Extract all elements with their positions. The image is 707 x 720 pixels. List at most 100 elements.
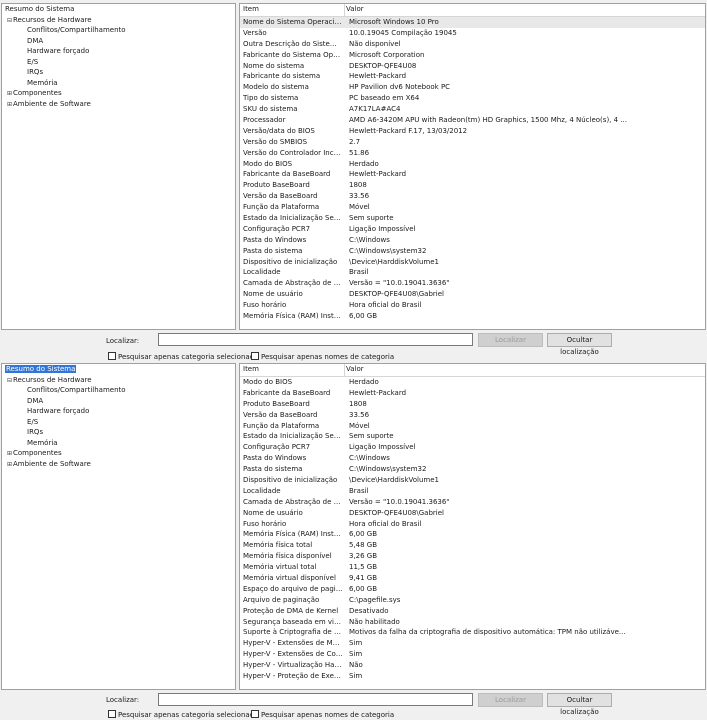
table-row[interactable]: Versão da BaseBoard 33.56: [240, 191, 705, 202]
table-row[interactable]: Configuração PCR7 Ligação Impossível: [240, 224, 705, 235]
table-row[interactable]: Versão/data do BIOS Hewlett-Packard F.17,…: [240, 126, 705, 137]
table-row[interactable]: Hyper-V - Extensões de Conver... Sim: [240, 649, 705, 660]
checkbox[interactable]: [251, 352, 259, 360]
table-row[interactable]: Estado da Inicialização Segura Sem suport…: [240, 431, 705, 442]
table-row[interactable]: Pasta do sistema C:\Windows\system32: [240, 464, 705, 475]
search-category-names-option[interactable]: Pesquisar apenas nomes de categoria: [251, 352, 394, 361]
table-row[interactable]: Modo do BIOS Herdado: [240, 377, 705, 388]
find-input[interactable]: [158, 333, 473, 346]
table-row[interactable]: Proteção de DMA de Kernel Desativado: [240, 606, 705, 617]
checkbox[interactable]: [108, 352, 116, 360]
column-divider[interactable]: [344, 364, 345, 376]
tree-item-system-summary[interactable]: Resumo do Sistema: [2, 4, 235, 15]
table-row[interactable]: Versão do Controlador Incorp... 51.86: [240, 148, 705, 159]
table-row[interactable]: Outra Descrição do Sistema O... Não dispo…: [240, 39, 705, 50]
table-row[interactable]: Processador AMD A6-3420M APU with Radeon(…: [240, 115, 705, 126]
table-row[interactable]: Fuso horário Hora oficial do Brasil: [240, 300, 705, 311]
tree-item-memory[interactable]: Memória: [2, 78, 235, 89]
table-row[interactable]: Arquivo de paginação C:\pagefile.sys: [240, 595, 705, 606]
table-row[interactable]: Fuso horário Hora oficial do Brasil: [240, 519, 705, 530]
table-row[interactable]: Hyper-V - Virtualização Habilita... Não: [240, 660, 705, 671]
table-row[interactable]: Versão do SMBIOS 2.7: [240, 137, 705, 148]
find-input[interactable]: [158, 693, 473, 706]
table-row[interactable]: Tipo do sistema PC baseado em X64: [240, 93, 705, 104]
table-row[interactable]: SKU do sistema A7K17LA#AC4: [240, 104, 705, 115]
table-row[interactable]: Modo do BIOS Herdado: [240, 159, 705, 170]
table-row[interactable]: Suporte à Criptografia de Disp... Motivos…: [240, 627, 705, 638]
table-row[interactable]: Hyper-V - Proteção de Execuçã... Sim: [240, 671, 705, 682]
hide-find-button[interactable]: Ocultar localização: [547, 333, 612, 356]
table-row[interactable]: Pasta do Windows C:\Windows: [240, 235, 705, 246]
search-category-names-option[interactable]: Pesquisar apenas nomes de categoria: [251, 710, 394, 719]
tree-item-dma[interactable]: DMA: [2, 396, 235, 407]
tree-item-forced-hardware[interactable]: Hardware forçado: [2, 46, 235, 57]
table-row[interactable]: Dispositivo de inicialização \Device\Hard…: [240, 475, 705, 486]
table-row[interactable]: Localidade Brasil: [240, 267, 705, 278]
table-row[interactable]: Estado da Inicialização Segura Sem suport…: [240, 213, 705, 224]
table-row[interactable]: Modelo do sistema HP Pavilion dv6 Noteboo…: [240, 82, 705, 93]
column-header-item[interactable]: Item: [243, 4, 259, 15]
search-selected-category-option[interactable]: Pesquisar apenas categoria selecionada: [108, 352, 258, 361]
tree-item-conflicts[interactable]: Conflitos/Compartilhamento: [2, 385, 235, 396]
table-row[interactable]: Nome de usuário DESKTOP-QFE4U08\Gabriel: [240, 508, 705, 519]
table-row[interactable]: Nome do sistema DESKTOP-QFE4U08: [240, 61, 705, 72]
table-row[interactable]: Pasta do Windows C:\Windows: [240, 453, 705, 464]
checkbox[interactable]: [108, 710, 116, 718]
search-selected-category-option[interactable]: Pesquisar apenas categoria selecionada: [108, 710, 258, 719]
category-tree[interactable]: Resumo do Sistema ⊟Recursos de Hardware …: [1, 3, 236, 330]
table-row[interactable]: Fabricante do sistema Hewlett-Packard: [240, 71, 705, 82]
tree-item-software-environment[interactable]: ⊞Ambiente de Software: [2, 459, 235, 470]
table-row[interactable]: Produto BaseBoard 1808: [240, 180, 705, 191]
category-tree[interactable]: Resumo do Sistema ⊟Recursos de Hardware …: [1, 363, 236, 690]
tree-item-dma[interactable]: DMA: [2, 36, 235, 47]
tree-item-forced-hardware[interactable]: Hardware forçado: [2, 406, 235, 417]
table-row[interactable]: Nome de usuário DESKTOP-QFE4U08\Gabriel: [240, 289, 705, 300]
table-row[interactable]: Memória física total 5,48 GB: [240, 540, 705, 551]
tree-item-system-summary[interactable]: Resumo do Sistema: [2, 364, 235, 375]
tree-item-irqs[interactable]: IRQs: [2, 67, 235, 78]
table-row[interactable]: Espaço do arquivo de paginaç... 6,00 GB: [240, 584, 705, 595]
table-row[interactable]: Segurança baseada em virtuali... Não habi…: [240, 617, 705, 628]
table-row[interactable]: Memória virtual disponível 9,41 GB: [240, 573, 705, 584]
tree-item-components[interactable]: ⊞Componentes: [2, 88, 235, 99]
table-row[interactable]: Memória virtual total 11,5 GB: [240, 562, 705, 573]
find-button[interactable]: Localizar: [478, 693, 543, 707]
table-row[interactable]: Hyper-V - Extensões de Modo ... Sim: [240, 638, 705, 649]
details-grid[interactable]: Item Valor Modo do BIOS Herdado Fabricante…: [239, 363, 706, 690]
table-row[interactable]: Configuração PCR7 Ligação Impossível: [240, 442, 705, 453]
column-header-value[interactable]: Valor: [346, 4, 364, 15]
table-row[interactable]: Função da Plataforma Móvel: [240, 202, 705, 213]
tree-item-hardware-resources[interactable]: ⊟Recursos de Hardware: [2, 15, 235, 26]
tree-item-io[interactable]: E/S: [2, 417, 235, 428]
table-row[interactable]: Localidade Brasil: [240, 486, 705, 497]
table-row[interactable]: Versão 10.0.19045 Compilação 19045: [240, 28, 705, 39]
table-row[interactable]: Pasta do sistema C:\Windows\system32: [240, 246, 705, 257]
tree-item-conflicts[interactable]: Conflitos/Compartilhamento: [2, 25, 235, 36]
column-divider[interactable]: [344, 4, 345, 16]
table-row[interactable]: Dispositivo de inicialização \Device\Hard…: [240, 257, 705, 268]
table-row[interactable]: Versão da BaseBoard 33.56: [240, 410, 705, 421]
tree-item-io[interactable]: E/S: [2, 57, 235, 68]
tree-item-hardware-resources[interactable]: ⊟Recursos de Hardware: [2, 375, 235, 386]
column-header-item[interactable]: Item: [243, 364, 259, 375]
table-row[interactable]: Memória Física (RAM) Instalada 6,00 GB: [240, 311, 705, 322]
column-header-value[interactable]: Valor: [346, 364, 364, 375]
table-row[interactable]: Memória Física (RAM) Instalada 6,00 GB: [240, 529, 705, 540]
table-row[interactable]: Fabricante da BaseBoard Hewlett-Packard: [240, 388, 705, 399]
table-row[interactable]: Fabricante do Sistema Operaci... Microsof…: [240, 50, 705, 61]
tree-item-software-environment[interactable]: ⊞Ambiente de Software: [2, 99, 235, 110]
find-button[interactable]: Localizar: [478, 333, 543, 347]
table-row[interactable]: Função da Plataforma Móvel: [240, 421, 705, 432]
tree-item-irqs[interactable]: IRQs: [2, 427, 235, 438]
tree-item-memory[interactable]: Memória: [2, 438, 235, 449]
details-grid[interactable]: Item Valor Nome do Sistema Operacional Mi…: [239, 3, 706, 330]
checkbox[interactable]: [251, 710, 259, 718]
table-row[interactable]: Fabricante da BaseBoard Hewlett-Packard: [240, 169, 705, 180]
tree-item-components[interactable]: ⊞Componentes: [2, 448, 235, 459]
table-row[interactable]: Memória física disponível 3,26 GB: [240, 551, 705, 562]
table-row[interactable]: Produto BaseBoard 1808: [240, 399, 705, 410]
table-row[interactable]: Camada de Abstração de Hard... Versão = "…: [240, 497, 705, 508]
table-row[interactable]: Camada de Abstração de Hard... Versão = "…: [240, 278, 705, 289]
hide-find-button[interactable]: Ocultar localização: [547, 693, 612, 716]
table-row[interactable]: Nome do Sistema Operacional Microsoft Win…: [240, 17, 705, 28]
